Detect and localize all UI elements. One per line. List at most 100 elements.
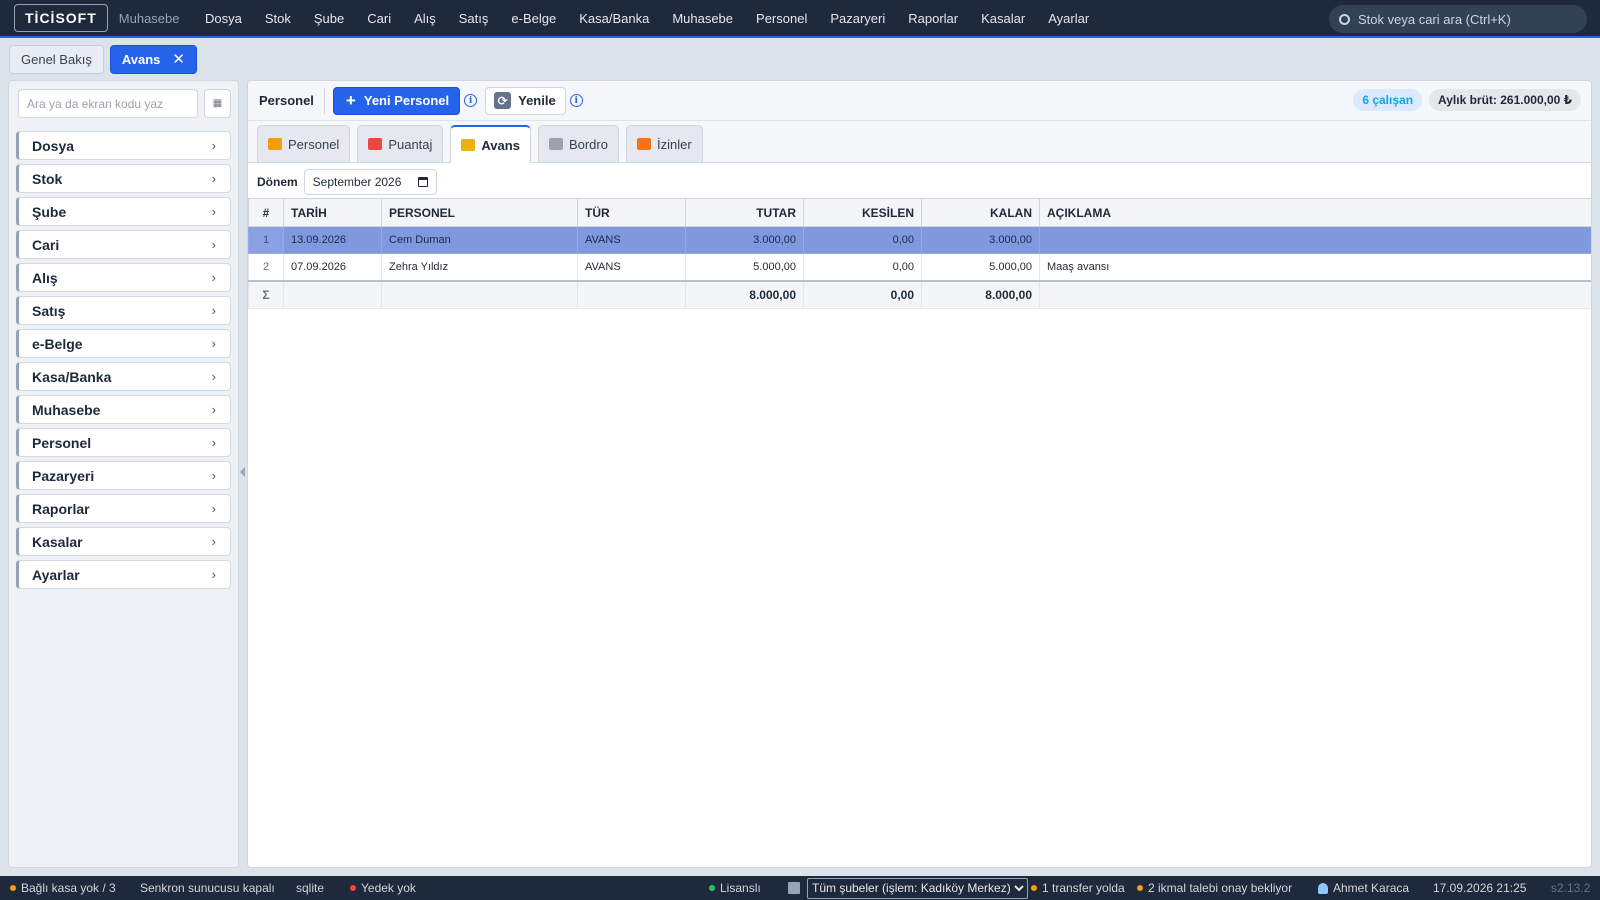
sidebar-item-label: Dosya <box>32 137 75 154</box>
sidebar-item-label: Pazaryeri <box>32 467 95 484</box>
sidebar-item-kasa-banka[interactable]: Kasa/Banka › <box>16 362 231 391</box>
table-cell: 1 <box>248 226 284 254</box>
calendar-icon <box>368 138 383 150</box>
tab-label: Avans <box>481 137 520 153</box>
toolbar-divider <box>323 87 325 114</box>
table-cell: 2 <box>248 253 284 281</box>
menu-item-satis[interactable]: Satış <box>447 11 500 26</box>
tab-avans[interactable]: Avans <box>450 125 531 163</box>
menu-item-e-belge[interactable]: e-Belge <box>500 11 568 26</box>
sidebar-search-input[interactable] <box>18 89 198 118</box>
chevron-right-icon: › <box>211 468 216 483</box>
status-kasa-text: Bağlı kasa yok / 3 <box>21 881 116 895</box>
column-header-tur[interactable]: TÜR <box>577 198 686 227</box>
table-cell: Maaş avansı <box>1039 253 1591 281</box>
person-icon <box>268 138 282 150</box>
column-header-index[interactable]: # <box>248 198 284 227</box>
status-license-text: Lisanslı <box>720 881 761 895</box>
info-icon[interactable]: i <box>464 94 478 107</box>
status-sync-text: Senkron sunucusu kapalı <box>140 881 275 895</box>
total-cell: Σ <box>248 279 284 309</box>
status-user[interactable]: Ahmet Karaca <box>1318 876 1409 900</box>
sidebar-menu: Dosya › Stok › Şube › Cari › Alış › Satış › e-Belge ›… <box>16 131 231 593</box>
refresh-button[interactable]: ⟳ Yenile <box>485 86 566 115</box>
chevron-right-icon: › <box>211 567 216 582</box>
sidebar-item-sube[interactable]: Şube › <box>16 197 231 226</box>
global-search[interactable] <box>1329 5 1587 33</box>
info-icon[interactable]: i <box>569 94 583 107</box>
sidebar-item-raporlar[interactable]: Raporlar › <box>16 494 231 523</box>
sidebar-item-e-belge[interactable]: e-Belge › <box>16 329 231 358</box>
sidebar-item-label: Kasalar <box>32 533 83 550</box>
section-tabs: Personel Puantaj Avans Bordro İzinler <box>248 121 1591 163</box>
refresh-label: Yenile <box>518 93 556 108</box>
summary-badges: 6 çalışan Aylık brüt: 261.000,00 ₺ <box>1353 89 1581 111</box>
tab-label: Personel <box>288 136 340 152</box>
menu-item-dosya[interactable]: Dosya <box>194 11 254 26</box>
tab-avans[interactable]: Avans ✕ <box>109 44 197 74</box>
column-header-aciklama[interactable]: AÇIKLAMA <box>1039 198 1591 227</box>
sidebar-item-stok[interactable]: Stok › <box>16 164 231 193</box>
tab-label: Bordro <box>568 136 608 152</box>
collapse-sidebar-icon[interactable] <box>240 467 245 477</box>
column-header-personel[interactable]: PERSONEL <box>381 198 578 227</box>
sidebar-item-label: Personel <box>32 434 92 451</box>
tab-izinler[interactable]: İzinler <box>625 125 703 162</box>
menu-item-kasalar[interactable]: Kasalar <box>970 11 1037 26</box>
chevron-right-icon: › <box>211 435 216 450</box>
calendar-icon[interactable] <box>417 177 428 187</box>
sidebar-item-dosya[interactable]: Dosya › <box>16 131 231 160</box>
sidebar-item-label: Ayarlar <box>32 566 80 583</box>
grid-view-button[interactable]: ▦ <box>204 89 231 118</box>
sidebar-item-pazaryeri[interactable]: Pazaryeri › <box>16 461 231 490</box>
menu-item-cari[interactable]: Cari <box>356 11 403 26</box>
chevron-right-icon: › <box>211 402 216 417</box>
sidebar: ▦ Dosya › Stok› Şube› Cari› Alış› Satış› e-Belg… <box>8 80 239 868</box>
menu-item-ayarlar[interactable]: Ayarlar <box>1037 11 1101 26</box>
menu-item-pazaryeri[interactable]: Pazaryeri <box>819 11 897 26</box>
new-personnel-button[interactable]: + Yeni Personel <box>332 86 461 115</box>
tab-personel[interactable]: Personel <box>257 125 351 162</box>
column-header-kalan[interactable]: KALAN <box>921 198 1040 227</box>
menu-item-stok[interactable]: Stok <box>253 11 302 26</box>
sidebar-item-kasalar[interactable]: Kasalar › <box>16 527 231 556</box>
chevron-right-icon: › <box>211 303 216 318</box>
sidebar-item-alis[interactable]: Alış › <box>16 263 231 292</box>
building-icon <box>788 882 800 894</box>
column-header-tutar[interactable]: TUTAR <box>685 198 804 227</box>
table-cell: 13.09.2026 <box>283 226 382 254</box>
sidebar-item-muhasebe[interactable]: Muhasebe › <box>16 395 231 424</box>
tab-label: Puantaj <box>388 136 433 152</box>
menu-item-sube[interactable]: Şube <box>302 11 355 26</box>
chevron-right-icon: › <box>211 138 216 153</box>
grid-icon: ▦ <box>212 98 223 109</box>
table-row[interactable]: 2 07.09.2026 Zehra Yıldız AVANS 5.000,00 0,00… <box>248 253 1591 281</box>
total-cell: 0,00 <box>803 279 922 309</box>
table-row[interactable]: 1 13.09.2026 Cem Duman AVANS 3.000,00 0,00 3.0… <box>248 226 1591 254</box>
tab-bordro[interactable]: Bordro <box>537 125 619 162</box>
period-label: Dönem <box>257 175 298 189</box>
global-search-input[interactable] <box>1358 11 1578 27</box>
menu-item-kasa-banka[interactable]: Kasa/Banka <box>568 11 661 26</box>
sidebar-item-cari[interactable]: Cari › <box>16 230 231 259</box>
status-backup: Yedek yok <box>350 876 416 900</box>
sidebar-item-ayarlar[interactable]: Ayarlar › <box>16 560 231 589</box>
close-icon[interactable]: ✕ <box>172 50 185 68</box>
sidebar-item-satis[interactable]: Satış › <box>16 296 231 325</box>
menu-item-raporlar[interactable]: Raporlar <box>897 11 970 26</box>
tab-overview[interactable]: Genel Bakış <box>9 44 104 74</box>
menu-item-alis[interactable]: Alış <box>403 11 448 26</box>
column-header-kesilen[interactable]: KESİLEN <box>803 198 922 227</box>
tab-puantaj[interactable]: Puantaj <box>357 125 444 162</box>
column-header-tarih[interactable]: TARİH <box>283 198 382 227</box>
sidebar-item-personel[interactable]: Personel › <box>16 428 231 457</box>
period-picker[interactable]: September 2026 <box>303 169 437 195</box>
menu-item-personel[interactable]: Personel <box>745 11 819 26</box>
period-filter: Dönem September 2026 <box>248 163 1591 201</box>
status-transfer[interactable]: 1 transfer yolda <box>1031 876 1125 900</box>
tab-avans-label: Avans <box>121 51 161 67</box>
app-logo[interactable]: TİCİSOFT <box>14 4 108 32</box>
status-supply[interactable]: 2 ikmal talebi onay bekliyor <box>1137 876 1292 900</box>
branch-select[interactable]: Tüm şubeler (işlem: Kadıköy Merkez) <box>807 877 1028 899</box>
menu-item-muhasebe[interactable]: Muhasebe <box>661 11 745 26</box>
